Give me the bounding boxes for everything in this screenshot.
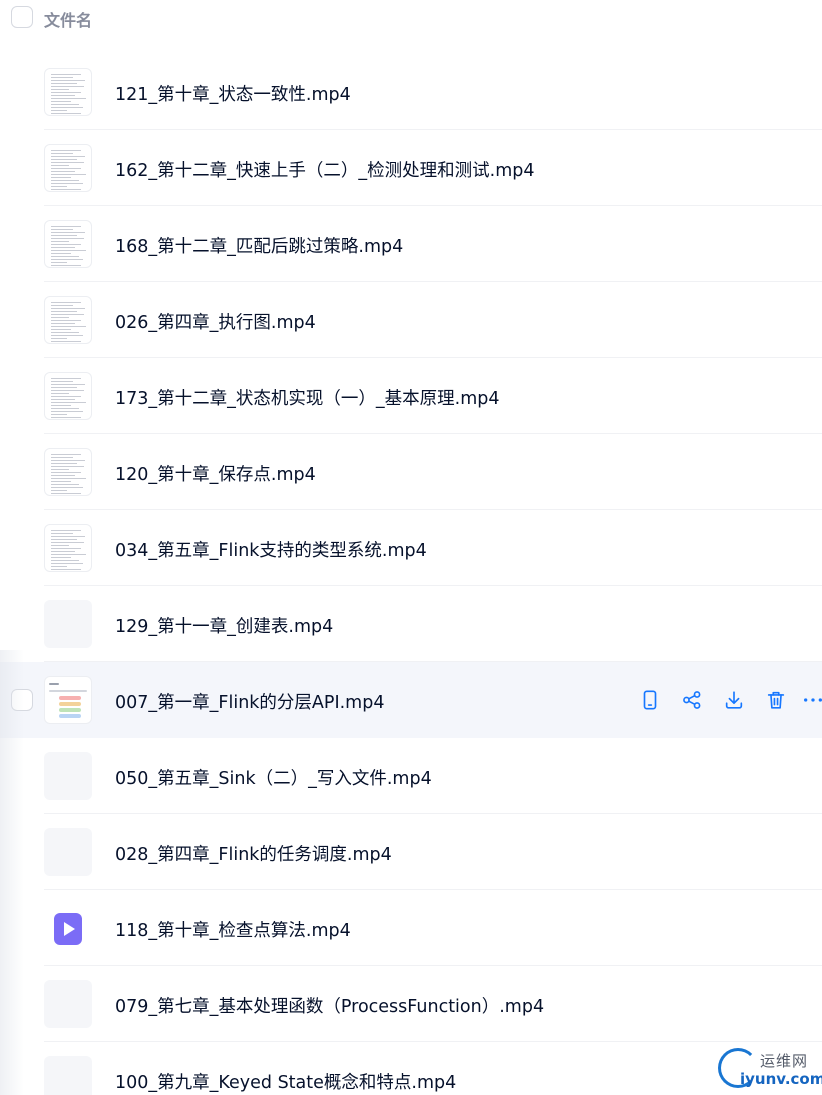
file-name[interactable]: 100_第九章_Keyed State概念和特点.mp4 [115,1069,456,1094]
select-all-checkbox[interactable] [11,6,33,28]
file-list-page: 文件名 121_第十章_状态一致性.mp4 162_第十二章_快速上手（二）_检测… [0,0,822,1095]
row-actions [636,686,822,714]
file-thumbnail[interactable] [44,524,92,572]
file-name[interactable]: 050_第五章_Sink（二）_写入文件.mp4 [115,765,432,790]
file-row[interactable]: 026_第四章_执行图.mp4 [0,282,822,358]
file-row[interactable]: 034_第五章_Flink支持的类型系统.mp4 [0,510,822,586]
download-button[interactable] [720,686,748,714]
row-checkbox[interactable] [11,689,33,711]
file-row[interactable]: 079_第七章_基本处理函数（ProcessFunction）.mp4 [0,966,822,1042]
file-name[interactable]: 129_第十一章_创建表.mp4 [115,613,333,638]
watermark-domain: iyunv.com [740,1070,822,1088]
file-thumbnail[interactable] [44,828,92,876]
file-thumbnail[interactable] [44,144,92,192]
file-name[interactable]: 121_第十章_状态一致性.mp4 [115,81,351,106]
download-icon [723,689,745,711]
watermark-logo: 运维网 iyunv.com [716,1046,822,1092]
share-button[interactable] [678,686,706,714]
delete-icon [765,689,787,711]
video-file-thumbnail[interactable] [44,904,92,952]
file-name[interactable]: 168_第十二章_匹配后跳过策略.mp4 [115,233,403,258]
more-button[interactable] [804,686,822,714]
file-thumbnail[interactable] [44,600,92,648]
file-thumbnail[interactable] [44,752,92,800]
file-thumbnail[interactable] [44,296,92,344]
file-thumbnail[interactable] [44,1056,92,1095]
delete-button[interactable] [762,686,790,714]
file-row[interactable]: 028_第四章_Flink的任务调度.mp4 [0,814,822,890]
file-thumbnail[interactable] [44,220,92,268]
file-name[interactable]: 120_第十章_保存点.mp4 [115,461,316,486]
file-name[interactable]: 026_第四章_执行图.mp4 [115,309,316,334]
file-thumbnail[interactable] [44,372,92,420]
phone-icon [639,689,661,711]
watermark-title: 运维网 [760,1052,809,1070]
file-name[interactable]: 034_第五章_Flink支持的类型系统.mp4 [115,537,427,562]
file-row[interactable]: 100_第九章_Keyed State概念和特点.mp4 [0,1042,822,1095]
file-row[interactable]: 118_第十章_检查点算法.mp4 [0,890,822,966]
file-name[interactable]: 162_第十二章_快速上手（二）_检测处理和测试.mp4 [115,157,535,182]
column-header-filename[interactable]: 文件名 [44,7,92,31]
file-row[interactable]: 162_第十二章_快速上手（二）_检测处理和测试.mp4 [0,130,822,206]
list-header: 文件名 [0,0,822,36]
file-name[interactable]: 079_第七章_基本处理函数（ProcessFunction）.mp4 [115,993,544,1018]
file-row[interactable]: 173_第十二章_状态机实现（一）_基本原理.mp4 [0,358,822,434]
file-name[interactable]: 173_第十二章_状态机实现（一）_基本原理.mp4 [115,385,500,410]
file-thumbnail[interactable] [44,448,92,496]
file-thumbnail[interactable] [44,68,92,116]
file-name[interactable]: 007_第一章_Flink的分层API.mp4 [115,689,384,714]
share-icon [681,689,703,711]
file-row[interactable]: 120_第十章_保存点.mp4 [0,434,822,510]
file-row[interactable]: 121_第十章_状态一致性.mp4 [0,54,822,130]
file-name[interactable]: 118_第十章_检查点算法.mp4 [115,917,351,942]
file-name[interactable]: 028_第四章_Flink的任务调度.mp4 [115,841,392,866]
more-icon [802,689,822,711]
file-row[interactable]: 168_第十二章_匹配后跳过策略.mp4 [0,206,822,282]
file-row[interactable]: 007_第一章_Flink的分层API.mp4 [0,662,822,738]
file-row[interactable]: 050_第五章_Sink（二）_写入文件.mp4 [0,738,822,814]
file-row[interactable]: 129_第十一章_创建表.mp4 [0,586,822,662]
file-thumbnail[interactable] [44,676,92,724]
video-file-icon [54,913,82,945]
phone-button[interactable] [636,686,664,714]
file-thumbnail[interactable] [44,980,92,1028]
